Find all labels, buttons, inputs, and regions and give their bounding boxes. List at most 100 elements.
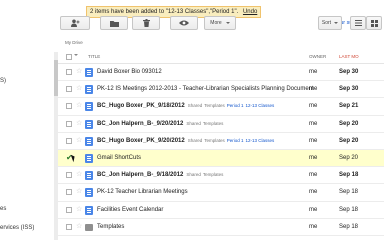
row-checkbox[interactable] [66, 137, 72, 144]
doc-icon [85, 68, 93, 77]
table-row[interactable]: ☆ BC_Jon Halpern_B-_9/20/2012 Shared Templa… [58, 116, 384, 133]
collection-tag[interactable]: Period 1 [227, 138, 244, 143]
collection-tags: Shared Templates Period 1 12-13 Classes [188, 138, 277, 143]
collection-tag[interactable]: Templates [203, 121, 224, 126]
table-row[interactable]: ☆ BC_Hugo Boxer_PK_9/20/2012 Shared Templat… [58, 133, 384, 150]
file-modified: Sep 20 [339, 120, 359, 127]
doc-icon [85, 102, 93, 112]
file-title[interactable]: BC_Jon Halpern_B-_9/18/2012 Shared Templat… [97, 172, 225, 178]
move-to-folder-button[interactable] [100, 16, 128, 30]
select-all-checkbox[interactable] [66, 54, 72, 60]
star-icon[interactable]: ☆ [76, 67, 82, 77]
notification-text: 2 items have been added to "12-13 Classe… [90, 9, 239, 15]
doc-icon [85, 119, 93, 129]
row-checkbox[interactable] [66, 86, 72, 93]
row-checkbox[interactable] [66, 189, 72, 196]
collection-tag[interactable]: Templates [204, 103, 225, 108]
file-modified: Sep 30 [339, 69, 359, 75]
grid-view-button[interactable] [366, 16, 382, 30]
table-row[interactable]: ☆ PK-12 IS Meetings 2012-2013 - Teacher-L… [58, 81, 384, 99]
star-icon[interactable]: ☆ [76, 222, 82, 232]
star-icon[interactable]: ☆ [76, 205, 82, 215]
share-button[interactable] [60, 16, 90, 30]
column-last-modified[interactable]: LAST MO [339, 54, 359, 59]
collection-tag[interactable]: 12-13 Classes [246, 103, 275, 108]
file-modified: Sep 18 [339, 206, 359, 213]
file-title[interactable]: Facilities Event Calendar [97, 207, 163, 213]
column-title[interactable]: TITLE [88, 54, 100, 59]
preview-button[interactable] [170, 16, 198, 30]
list-view-icon [354, 20, 362, 26]
file-modified: Sep 20 [339, 154, 359, 161]
table-row[interactable]: ☆ BC_Hugo Boxer_PK_9/18/2012 Shared Templat… [58, 98, 384, 116]
sidebar-item-fragment[interactable]: S) [0, 78, 6, 84]
column-owner[interactable]: OWNER [309, 54, 326, 59]
file-owner: me [309, 172, 318, 179]
add-person-icon [71, 19, 80, 27]
file-title-text: BC_Jon Halpern_B-_9/18/2012 [97, 172, 184, 179]
more-button[interactable]: More [204, 16, 236, 30]
collection-tag[interactable]: Shared [188, 103, 203, 108]
file-title-text: PK-12 Teacher Librarian Meetings [97, 189, 188, 196]
folder-icon [109, 20, 119, 27]
file-title[interactable]: Gmail ShortCuts [97, 155, 141, 161]
file-title[interactable]: BC_Hugo Boxer_PK_9/18/2012 Shared Template… [97, 103, 276, 109]
file-modified: Sep 18 [339, 172, 359, 179]
star-icon[interactable]: ☆ [76, 101, 82, 111]
toolbar: More Take our survey! Sort [60, 16, 384, 32]
file-owner: me [309, 69, 318, 75]
collection-tag[interactable]: Shared [186, 172, 201, 177]
list-header: TITLE OWNER LAST MO [58, 50, 384, 64]
file-list: ☆ David Boxer Bio 093012 me Sep 30 ☆ PK-12 IS… [58, 64, 384, 236]
sidebar-item-fragment[interactable]: ervices (ISS) [0, 225, 34, 231]
table-row[interactable]: ☆ BC_Jon Halpern_B-_9/18/2012 Shared Templa… [58, 167, 384, 185]
star-icon[interactable]: ☆ [76, 170, 82, 180]
delete-button[interactable] [132, 16, 160, 30]
file-owner: me [309, 206, 318, 213]
file-title[interactable]: Templates [97, 224, 124, 230]
collection-tag[interactable]: Shared [186, 121, 201, 126]
collection-tag[interactable]: 12-13 Classes [246, 138, 275, 143]
sidebar-item-fragment[interactable]: es [0, 206, 6, 212]
collection-tag[interactable]: Templates [203, 172, 224, 177]
row-checkbox[interactable] [66, 69, 72, 75]
collection-tag[interactable]: Period 1 [227, 103, 244, 108]
collection-tag[interactable]: Templates [204, 138, 225, 143]
table-row[interactable]: ☆ Facilities Event Calendar me Sep 18 [58, 202, 384, 219]
sort-button[interactable]: Sort [318, 16, 342, 30]
file-title[interactable]: BC_Hugo Boxer_PK_9/20/2012 Shared Template… [97, 138, 276, 144]
table-row[interactable]: ☆ David Boxer Bio 093012 me Sep 30 [58, 64, 384, 82]
list-view-button[interactable] [350, 16, 366, 30]
star-icon[interactable]: ☆ [76, 119, 82, 129]
row-checkbox[interactable] [66, 172, 72, 179]
file-title[interactable]: BC_Jon Halpern_B-_9/20/2012 Shared Templat… [97, 121, 225, 127]
chevron-down-icon[interactable] [74, 54, 78, 56]
file-title-text: PK-12 IS Meetings 2012-2013 - Teacher-Li… [97, 86, 314, 93]
file-title[interactable]: PK-12 Teacher Librarian Meetings [97, 189, 188, 195]
file-title-text: Facilities Event Calendar [97, 206, 164, 213]
drive-window: { "notification": { "text": "2 items hav… [0, 0, 384, 240]
row-checkbox[interactable] [66, 206, 72, 213]
file-title[interactable]: David Boxer Bio 093012 [97, 69, 162, 75]
chevron-down-icon [225, 22, 230, 24]
undo-link[interactable]: Undo [243, 9, 257, 15]
row-checkbox[interactable] [66, 103, 72, 110]
star-icon[interactable]: ☆ [76, 84, 82, 94]
table-row[interactable]: ☆ PK-12 Teacher Librarian Meetings me Sep 1… [58, 184, 384, 202]
file-modified: Sep 18 [339, 223, 359, 230]
row-checkbox[interactable] [66, 223, 72, 230]
file-modified: Sep 30 [339, 86, 359, 93]
star-icon[interactable]: ☆ [76, 187, 82, 197]
table-row[interactable]: ✔ Gmail ShortCuts me Sep 20 [58, 149, 384, 168]
collection-tags: Shared Templates [186, 172, 225, 177]
star-icon[interactable]: ☆ [76, 136, 82, 146]
table-row[interactable]: ☆ Templates me Sep 18 [58, 219, 384, 236]
breadcrumb[interactable]: My Drive [65, 40, 83, 45]
doc-icon [85, 153, 93, 163]
file-title-text: BC_Jon Halpern_B-_9/20/2012 [97, 120, 184, 127]
file-title[interactable]: PK-12 IS Meetings 2012-2013 - Teacher-Li… [97, 86, 314, 92]
file-title-text: BC_Hugo Boxer_PK_9/20/2012 [97, 137, 185, 144]
file-owner: me [309, 189, 318, 196]
collection-tag[interactable]: Shared [188, 138, 203, 143]
row-checkbox[interactable] [66, 120, 72, 127]
